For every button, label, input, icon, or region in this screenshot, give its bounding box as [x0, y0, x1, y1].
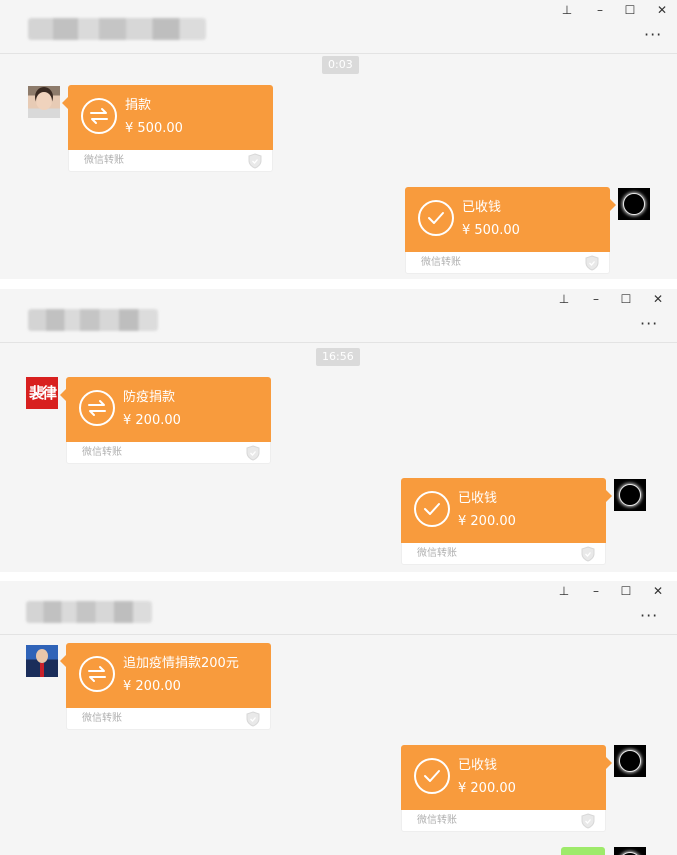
shield-icon [581, 813, 595, 829]
chat-header: ⊥ – ☐ ✕ ··· [0, 581, 677, 635]
self-avatar[interactable] [614, 479, 646, 511]
transfer-card-received[interactable]: 已收钱 ¥ 200.00 微信转账 [401, 745, 612, 832]
transfer-title: 已收钱 [458, 491, 498, 506]
chat-header: ⊥ – ☐ ✕ ··· [0, 289, 677, 343]
transfer-footer: 微信转账 [66, 708, 271, 730]
transfer-footer: 微信转账 [401, 543, 606, 565]
chat-header: ⊥ – ☐ ✕ ··· [0, 0, 677, 54]
sender-avatar[interactable] [26, 645, 58, 677]
transfer-footer: 微信转账 [66, 442, 271, 464]
timestamp-badge: 16:56 [316, 348, 360, 366]
transfer-icon [79, 656, 115, 692]
self-avatar[interactable] [618, 188, 650, 220]
blurred-contact-name [28, 18, 206, 40]
transfer-card-received[interactable]: 已收钱 ¥ 200.00 微信转账 [401, 478, 612, 565]
transfer-title: 捐款 [125, 98, 152, 113]
transfer-title: 已收钱 [462, 200, 502, 215]
transfer-card-body: 已收钱 ¥ 500.00 [405, 187, 616, 252]
chat-panel-2: ⊥ – ☐ ✕ ··· 16:56 裴律 防疫捐款 ¥ 200.00 微信转账 … [0, 289, 677, 572]
transfer-amount: ¥ 200.00 [123, 413, 181, 428]
transfer-amount: ¥ 200.00 [458, 781, 516, 796]
wechat-transfer-label: 微信转账 [84, 155, 124, 166]
maximize-icon[interactable]: ☐ [622, 4, 638, 16]
chat-panel-3: ⊥ – ☐ ✕ ··· 追加疫情捐款200元 ¥ 200.00 微信转账 已收钱… [0, 581, 677, 855]
wechat-transfer-label: 微信转账 [82, 713, 122, 724]
transfer-amount: ¥ 500.00 [125, 121, 183, 136]
chat-panel-1: ⊥ – ☐ ✕ ··· 0:03 捐款 ¥ 500.00 微信转账 已收钱 ¥ … [0, 0, 677, 279]
maximize-icon[interactable]: ☐ [618, 585, 634, 597]
pin-icon[interactable]: ⊥ [556, 293, 572, 305]
self-avatar-partial[interactable] [614, 847, 646, 855]
transfer-amount: ¥ 200.00 [458, 514, 516, 529]
timestamp-badge: 0:03 [322, 56, 359, 74]
shield-icon [248, 153, 262, 169]
minimize-icon[interactable]: – [588, 293, 604, 305]
transfer-card-sent[interactable]: 防疫捐款 ¥ 200.00 微信转账 [60, 377, 271, 464]
shield-icon [581, 546, 595, 562]
close-icon[interactable]: ✕ [650, 293, 666, 305]
pin-icon[interactable]: ⊥ [556, 585, 572, 597]
more-options-icon[interactable]: ··· [644, 27, 662, 43]
maximize-icon[interactable]: ☐ [618, 293, 634, 305]
blurred-contact-name [28, 309, 158, 331]
more-options-icon[interactable]: ··· [640, 608, 658, 624]
transfer-card-sent[interactable]: 追加疫情捐款200元 ¥ 200.00 微信转账 [60, 643, 271, 730]
transfer-title: 已收钱 [458, 758, 498, 773]
check-icon [414, 758, 450, 794]
pin-icon[interactable]: ⊥ [559, 4, 575, 16]
check-icon [418, 200, 454, 236]
shield-icon [246, 445, 260, 461]
check-icon [414, 491, 450, 527]
transfer-footer: 微信转账 [405, 252, 610, 274]
sender-avatar[interactable]: 裴律 [26, 377, 58, 409]
transfer-icon [81, 98, 117, 134]
transfer-title: 追加疫情捐款200元 [123, 656, 239, 671]
more-options-icon[interactable]: ··· [640, 316, 658, 332]
wechat-transfer-label: 微信转账 [417, 548, 457, 559]
transfer-card-body: 追加疫情捐款200元 ¥ 200.00 [60, 643, 271, 708]
shield-icon [246, 711, 260, 727]
close-icon[interactable]: ✕ [650, 585, 666, 597]
shield-icon [585, 255, 599, 271]
transfer-amount: ¥ 500.00 [462, 223, 520, 238]
transfer-title: 防疫捐款 [123, 390, 176, 405]
wechat-transfer-label: 微信转账 [417, 815, 457, 826]
transfer-icon [79, 390, 115, 426]
minimize-icon[interactable]: – [588, 585, 604, 597]
transfer-footer: 微信转账 [401, 810, 606, 832]
self-avatar[interactable] [614, 745, 646, 777]
transfer-card-body: 捐款 ¥ 500.00 [62, 85, 273, 150]
sender-avatar[interactable] [28, 86, 60, 118]
transfer-card-body: 防疫捐款 ¥ 200.00 [60, 377, 271, 442]
next-message-bubble[interactable] [561, 847, 605, 855]
transfer-amount: ¥ 200.00 [123, 679, 181, 694]
transfer-card-body: 已收钱 ¥ 200.00 [401, 745, 612, 810]
wechat-transfer-label: 微信转账 [421, 257, 461, 268]
blurred-contact-name [26, 601, 152, 623]
wechat-transfer-label: 微信转账 [82, 447, 122, 458]
transfer-card-body: 已收钱 ¥ 200.00 [401, 478, 612, 543]
minimize-icon[interactable]: – [592, 4, 608, 16]
transfer-card-received[interactable]: 已收钱 ¥ 500.00 微信转账 [405, 187, 616, 274]
transfer-footer: 微信转账 [68, 150, 273, 172]
close-icon[interactable]: ✕ [654, 4, 670, 16]
transfer-card-sent[interactable]: 捐款 ¥ 500.00 微信转账 [62, 85, 273, 172]
